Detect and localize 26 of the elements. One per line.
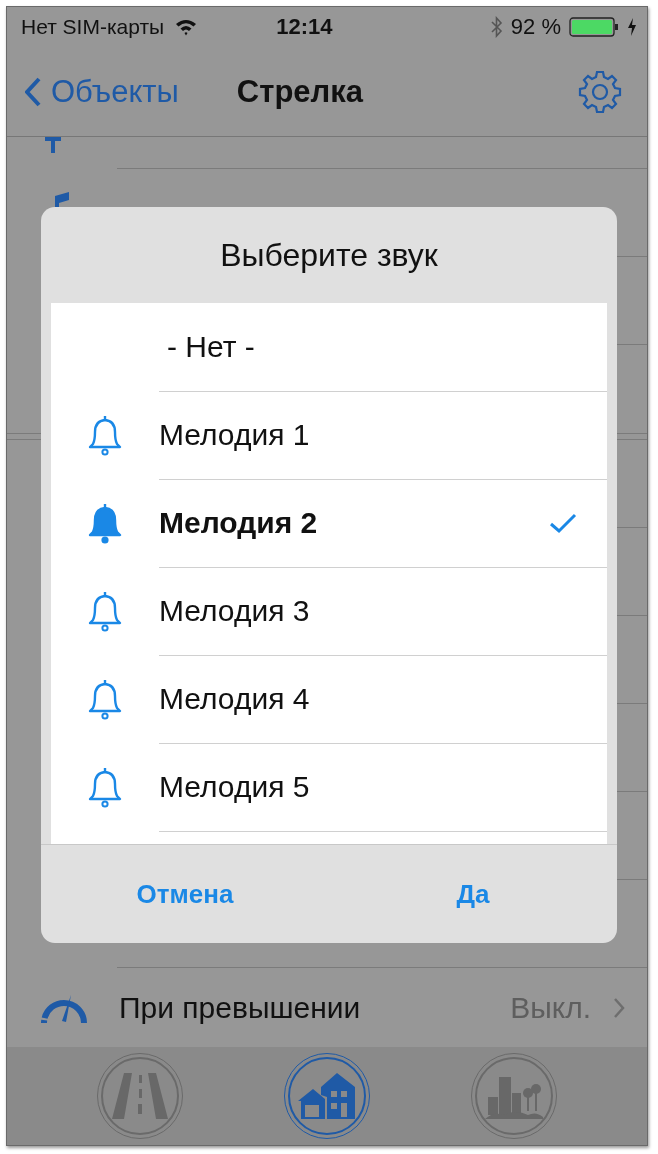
sound-option[interactable]: Мелодия 4 [51,655,607,743]
bell-icon [87,414,123,456]
sound-option[interactable]: - Нет - [51,303,607,391]
screen-title: Стрелка [236,73,364,110]
battery-icon [569,17,619,37]
bell-icon [87,502,123,544]
dialog-title: Выберите звук [220,236,438,274]
bell-icon [87,766,123,808]
house-icon [297,1071,357,1121]
settings-icon[interactable] [577,68,623,115]
chevron-icon [613,996,625,1019]
checkmark-icon [549,512,577,534]
bell-icon [87,590,123,632]
back-chevron-icon [25,76,41,107]
carrier-label: Нет SIM-карты [21,15,165,39]
sound-option[interactable]: Мелодия 2 [51,479,607,567]
battery-percent: 92 % [510,14,561,40]
sound-option[interactable]: Мелодия 1 [51,391,607,479]
road-icon [110,1071,171,1121]
wifi-icon [174,18,199,36]
sound-option[interactable]: Мелодия 3 [51,567,607,655]
clock-time: 12:14 [276,14,333,40]
bluetooth-icon [490,16,503,38]
sound-option[interactable]: Мелодия 5 [51,743,607,831]
list-row[interactable]: При превышении Выкл. [7,968,647,1047]
bell-icon [87,678,123,720]
